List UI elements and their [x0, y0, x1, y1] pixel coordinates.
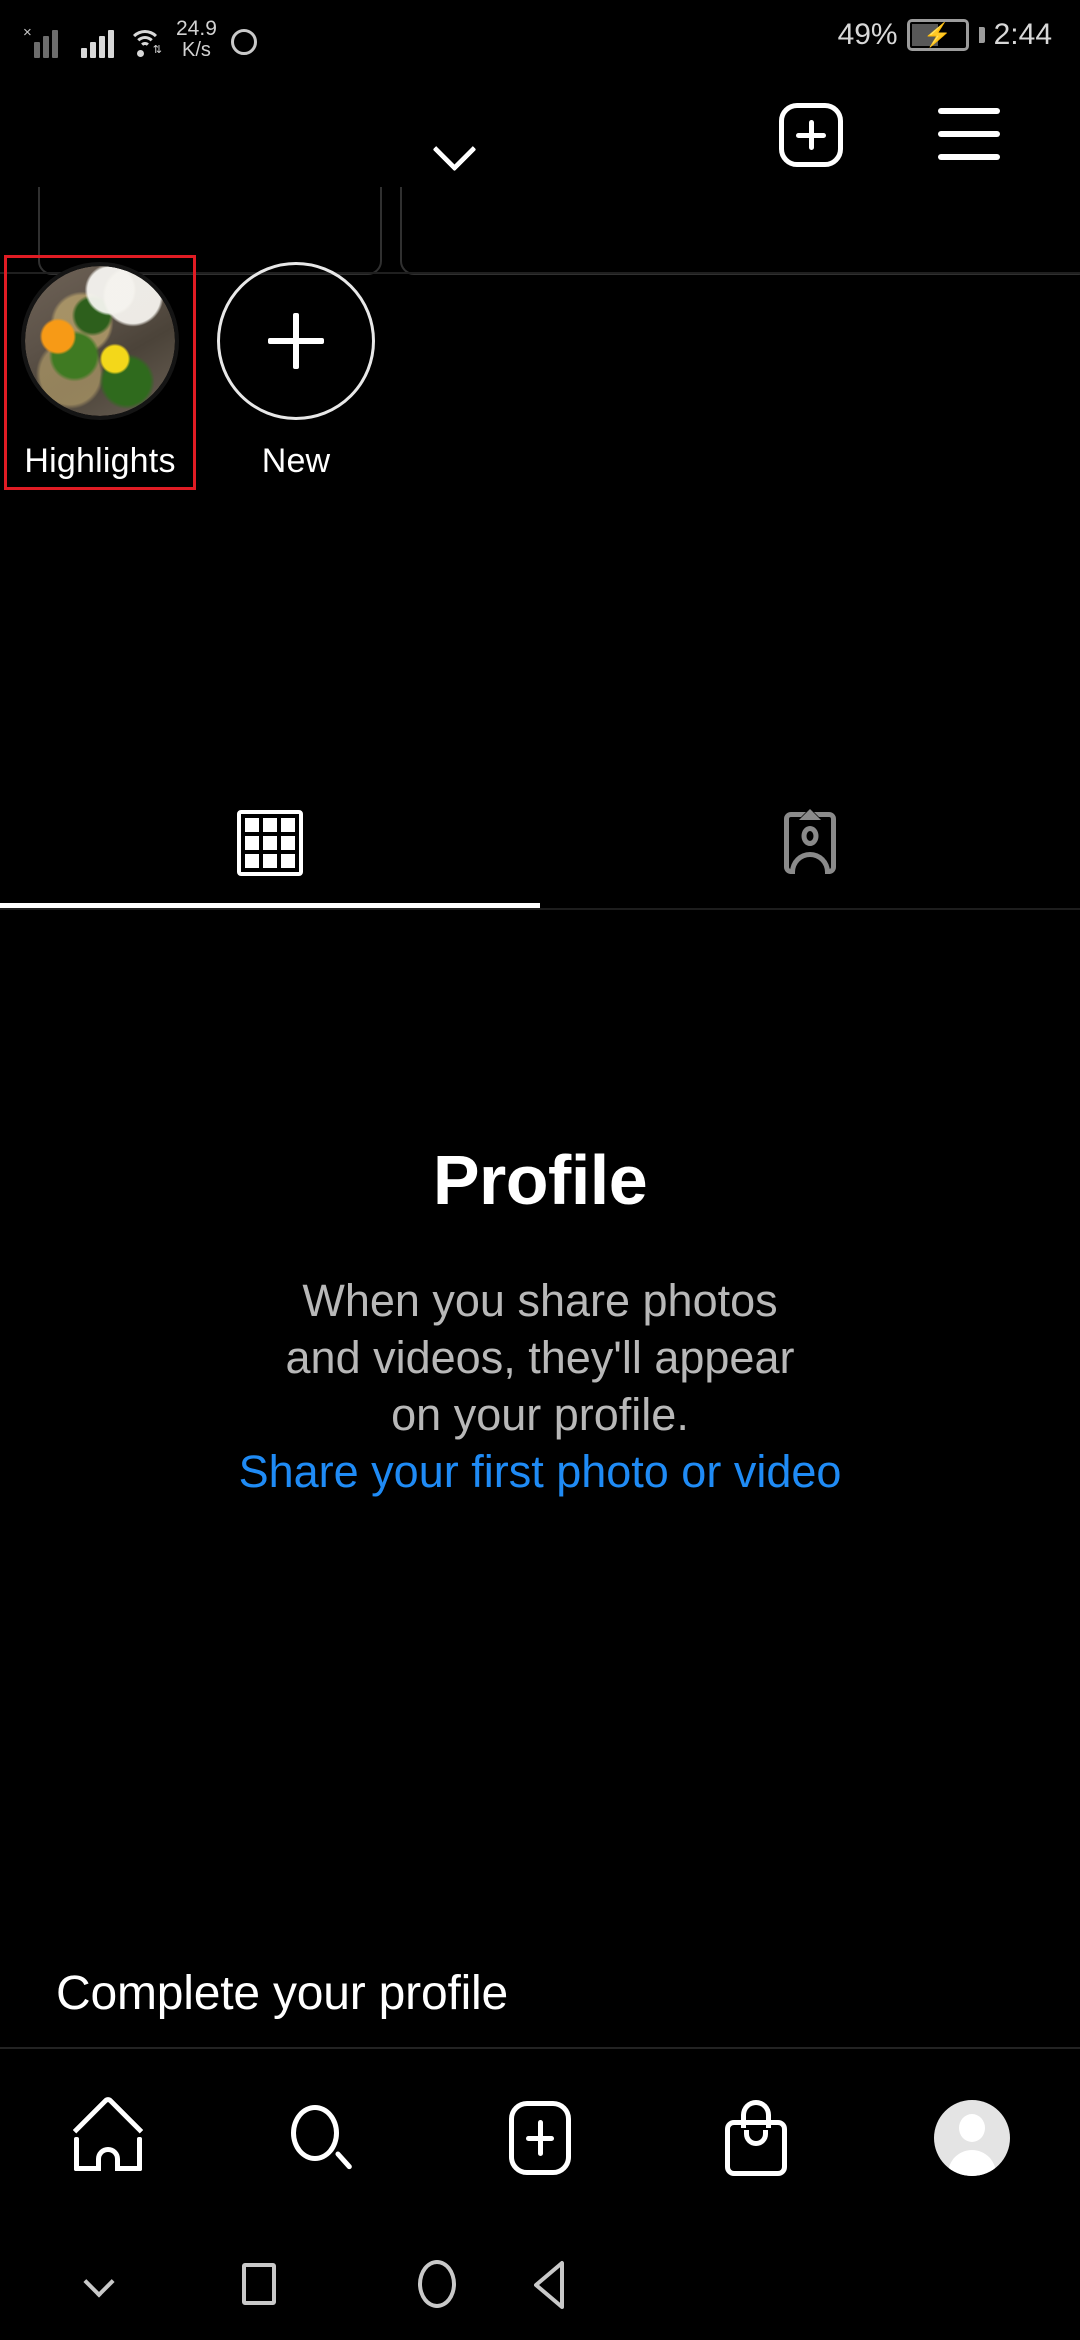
tab-tagged[interactable]	[540, 775, 1080, 911]
empty-state-line-2: and videos, they'll appear	[285, 1332, 795, 1384]
wifi-icon: ⇅	[128, 28, 162, 58]
empty-state-line-3: on your profile.	[391, 1389, 689, 1441]
profile-tab-bar	[0, 775, 1080, 913]
empty-state-description: When you share photos and videos, they'l…	[0, 1272, 1080, 1501]
profile-action-button-secondary[interactable]	[400, 187, 1080, 275]
bottom-nav-home[interactable]	[0, 2049, 216, 2227]
page-title: Profile	[432, 1141, 648, 1219]
bottom-navigation-bar	[0, 2049, 1080, 2227]
network-speed-value: 24.9	[176, 17, 217, 41]
android-system-navigation-bar	[0, 2227, 1080, 2340]
status-bar-left: × ⇅ 24.9 K/s	[23, 8, 257, 60]
plus-square-icon[interactable]	[779, 103, 843, 167]
plus-square-icon	[509, 2101, 571, 2175]
share-first-photo-link[interactable]: Share your first photo or video	[160, 1443, 920, 1500]
highlight-item-highlights[interactable]: Highlights	[0, 262, 200, 481]
status-bar: × ⇅ 24.9 K/s 49% ⚡ 2:44	[0, 0, 1080, 70]
highlight-label: Highlights	[24, 442, 176, 480]
bottom-nav-shop[interactable]	[648, 2049, 864, 2227]
hamburger-menu-icon[interactable]	[938, 108, 1000, 160]
network-speed-unit: K/s	[181, 38, 211, 61]
empty-state: Profile When you share photos and videos…	[0, 1140, 1080, 1501]
plus-icon	[217, 262, 375, 420]
bottom-nav-search[interactable]	[216, 2049, 432, 2227]
circle-indicator-icon	[230, 29, 257, 55]
highlight-ring	[21, 262, 179, 420]
highlight-item-new[interactable]: New	[196, 262, 396, 481]
signal-x-mark: ×	[23, 24, 32, 41]
app-screen: × ⇅ 24.9 K/s 49% ⚡ 2:44 Highlights New P…	[0, 0, 1080, 2340]
battery-percent-label: 49%	[837, 18, 898, 51]
avatar-icon	[934, 2100, 1010, 2176]
status-bar-right: 49% ⚡ 2:44	[838, 0, 1052, 70]
bottom-nav-profile[interactable]	[864, 2049, 1080, 2227]
tab-bar-divider	[0, 908, 1080, 910]
empty-state-line-1: When you share photos	[302, 1275, 778, 1326]
signal-bars-no-service-icon: ×	[23, 25, 67, 58]
android-nav-recents[interactable]	[170, 2227, 348, 2340]
highlight-label: New	[261, 442, 331, 480]
flower-pots-photo	[25, 266, 175, 416]
square-icon	[242, 2262, 276, 2305]
clock-label: 2:44	[993, 18, 1052, 51]
tab-grid[interactable]	[0, 775, 540, 911]
person-card-icon	[784, 808, 836, 874]
circle-icon	[418, 2259, 456, 2308]
story-highlights-row: Highlights New	[0, 255, 1080, 512]
network-speed-indicator: 24.9 K/s	[176, 18, 217, 60]
tab-active-indicator	[0, 903, 540, 908]
grid-icon	[237, 810, 303, 876]
top-navigation-bar	[0, 70, 1080, 188]
triangle-left-icon	[534, 2260, 564, 2309]
battery-tip	[978, 27, 985, 43]
chevron-down-icon[interactable]	[433, 128, 477, 172]
chevron-down-icon	[84, 2271, 116, 2297]
android-nav-hide-keyboard[interactable]	[30, 2227, 170, 2340]
search-icon	[289, 2103, 359, 2173]
home-icon	[72, 2094, 144, 2171]
signal-bars-icon	[81, 28, 114, 58]
complete-profile-heading: Complete your profile	[56, 1967, 509, 2020]
bottom-nav-create[interactable]	[432, 2049, 648, 2227]
battery-charging-icon: ⚡	[906, 19, 969, 51]
android-nav-back[interactable]	[460, 2227, 638, 2340]
shopping-bag-icon	[725, 2100, 787, 2176]
